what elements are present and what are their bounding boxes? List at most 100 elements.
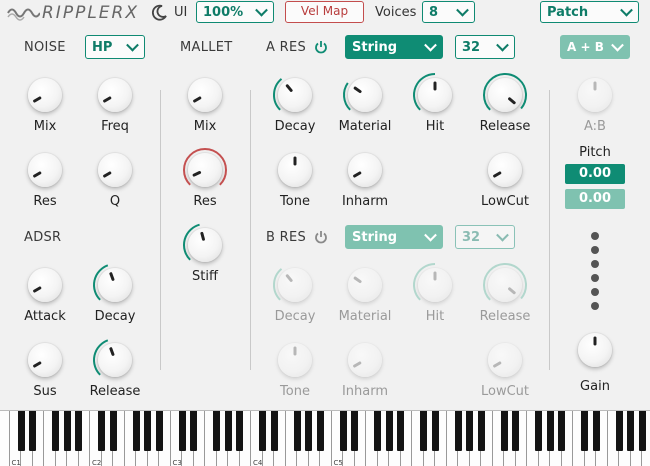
mallet-res-label: Res <box>193 194 217 209</box>
a-res-model-select[interactable]: String <box>345 35 443 59</box>
white-key[interactable] <box>0 411 10 466</box>
couple-mode-value: A + B <box>567 40 604 54</box>
noise-freq-knob[interactable] <box>98 78 132 112</box>
black-key[interactable] <box>477 411 485 451</box>
a-res-release-knob[interactable] <box>483 73 527 112</box>
a-res-inharm-knob[interactable] <box>348 153 382 187</box>
black-key[interactable] <box>224 411 232 451</box>
black-key[interactable] <box>558 411 565 451</box>
ab-mix-knob[interactable] <box>578 78 612 112</box>
piano-keyboard[interactable]: C1 C2 C3 C4 C5 <box>0 410 650 466</box>
b-res-release-knob[interactable] <box>483 263 527 302</box>
coupling-dot <box>591 246 599 254</box>
gain-knob[interactable] <box>578 333 612 367</box>
black-key[interactable] <box>500 411 508 451</box>
b-res-inharm-knob[interactable] <box>348 343 382 377</box>
black-key[interactable] <box>17 411 25 451</box>
black-key[interactable] <box>63 411 71 451</box>
black-key[interactable] <box>535 411 542 451</box>
mallet-res-knob[interactable] <box>183 148 227 187</box>
noise-q-knob[interactable] <box>98 153 132 187</box>
a-res-tone-label: Tone <box>280 194 310 209</box>
b-res-tone-knob[interactable] <box>278 343 312 377</box>
a-res-material-knob[interactable] <box>343 78 382 112</box>
a-res-decay-knob[interactable] <box>273 78 312 112</box>
a-res-power-icon[interactable] <box>314 40 328 54</box>
adsr-attack-knob[interactable] <box>28 268 62 302</box>
noise-mix-knob[interactable] <box>28 78 62 112</box>
b-res-lowcut-knob[interactable] <box>488 343 522 377</box>
coupling-dot <box>591 232 599 240</box>
a-res-partials-select[interactable]: 32 <box>455 35 515 59</box>
black-key[interactable] <box>638 411 646 451</box>
noise-filter-select[interactable]: HP <box>85 35 145 59</box>
black-key[interactable] <box>351 411 358 451</box>
b-res-hit-knob[interactable] <box>413 263 452 302</box>
black-key[interactable] <box>581 411 588 451</box>
b-res-model-select[interactable]: String <box>345 225 443 249</box>
noise-freq-label: Freq <box>101 119 129 134</box>
b-res-power-icon[interactable] <box>314 230 328 244</box>
black-key[interactable] <box>615 411 623 451</box>
black-key[interactable] <box>316 411 324 451</box>
black-key[interactable] <box>592 411 600 451</box>
black-key[interactable] <box>293 411 301 451</box>
black-key[interactable] <box>420 411 427 451</box>
a-res-hit-knob[interactable] <box>413 73 452 112</box>
black-key[interactable] <box>339 411 347 451</box>
b-res-lowcut-label: LowCut <box>480 384 529 399</box>
black-key[interactable] <box>52 411 59 451</box>
ui-scale-value: 100% <box>203 4 244 20</box>
mallet-mix-label: Mix <box>193 119 217 134</box>
black-key[interactable] <box>236 411 243 451</box>
black-key[interactable] <box>144 411 151 451</box>
black-key[interactable] <box>75 411 82 451</box>
chevron-down-icon <box>424 228 437 242</box>
patch-select[interactable]: Patch <box>540 1 639 23</box>
mallet-stiff-knob[interactable] <box>183 223 222 262</box>
a-res-tone-knob[interactable] <box>278 153 312 187</box>
black-key[interactable] <box>178 411 186 451</box>
black-key[interactable] <box>270 411 278 451</box>
voices-select[interactable]: 8 <box>422 1 475 23</box>
theme-moon-icon[interactable] <box>150 4 168 22</box>
adsr-decay-knob[interactable] <box>93 264 132 302</box>
black-key[interactable] <box>466 411 473 451</box>
black-key[interactable] <box>512 411 519 451</box>
black-key[interactable] <box>305 411 312 451</box>
pitch-b-display[interactable]: 0.00 <box>565 189 625 209</box>
black-key[interactable] <box>374 411 381 451</box>
a-res-lowcut-label: LowCut <box>480 194 529 209</box>
black-key[interactable] <box>190 411 197 451</box>
black-key[interactable] <box>109 411 117 451</box>
black-key[interactable] <box>98 411 105 451</box>
couple-mode-select[interactable]: A + B <box>560 35 630 59</box>
noise-mix-label: Mix <box>33 119 57 134</box>
adsr-release-knob[interactable] <box>93 339 132 377</box>
chevron-down-icon <box>255 3 268 17</box>
mallet-mix-knob[interactable] <box>188 78 222 112</box>
b-res-partials-select[interactable]: 32 <box>455 225 515 249</box>
black-key[interactable] <box>259 411 266 451</box>
black-key[interactable] <box>155 411 163 451</box>
black-key[interactable] <box>132 411 140 451</box>
a-res-hit-label: Hit <box>425 119 445 134</box>
a-res-lowcut-knob[interactable] <box>488 153 522 187</box>
pitch-a-display[interactable]: 0.00 <box>565 164 625 184</box>
black-key[interactable] <box>454 411 462 451</box>
b-res-decay-knob[interactable] <box>273 268 312 302</box>
black-key[interactable] <box>213 411 220 451</box>
ui-scale-select[interactable]: 100% <box>196 1 274 23</box>
black-key[interactable] <box>546 411 554 451</box>
black-key[interactable] <box>29 411 36 451</box>
black-key[interactable] <box>397 411 404 451</box>
black-key[interactable] <box>385 411 393 451</box>
vel-map-button[interactable]: Vel Map <box>285 1 364 23</box>
coupling-dot <box>591 288 599 296</box>
mallet-title: MALLET <box>180 40 233 55</box>
black-key[interactable] <box>431 411 439 451</box>
noise-res-knob[interactable] <box>28 153 62 187</box>
adsr-sus-knob[interactable] <box>28 343 62 377</box>
b-res-material-knob[interactable] <box>348 268 382 302</box>
black-key[interactable] <box>627 411 634 451</box>
